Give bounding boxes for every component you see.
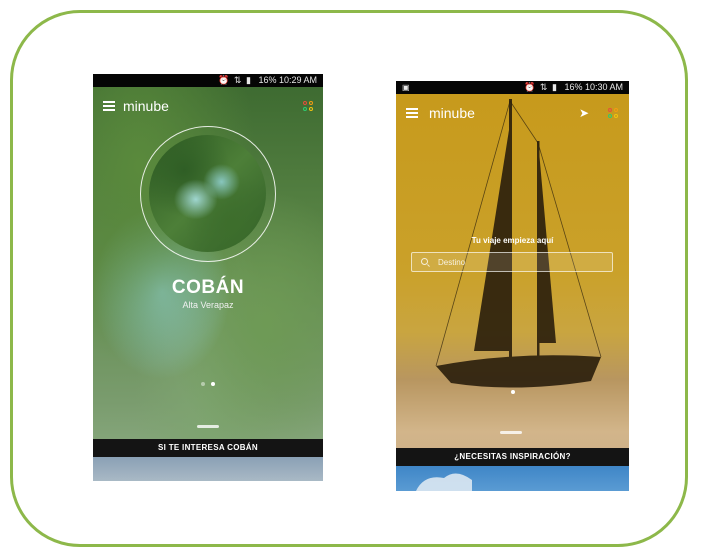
brand-logo: minube bbox=[123, 98, 169, 114]
phone-screen-search: ▣ ⏰ ⇅ ▮ 16% 10:30 AM minube ➤ Tu viaje e… bbox=[396, 81, 629, 491]
colored-dots-icon[interactable] bbox=[303, 101, 314, 112]
page-dot-active bbox=[211, 382, 216, 386]
page-indicator bbox=[93, 373, 323, 391]
destination-region: Alta Verapaz bbox=[182, 300, 234, 310]
battery-level: 16% bbox=[564, 82, 583, 92]
destination-search[interactable] bbox=[411, 252, 613, 272]
next-card-preview bbox=[396, 466, 629, 491]
page-indicator bbox=[396, 381, 629, 399]
status-bar: ⏰ ⇅ ▮ 16% 10:29 AM bbox=[93, 74, 323, 87]
cta-bar[interactable]: SI TE INTERESA COBÁN bbox=[93, 439, 323, 457]
status-icons: ⏰ ⇅ ▮ bbox=[524, 82, 558, 92]
cta-bar[interactable]: ¿NECESITAS INSPIRACIÓN? bbox=[396, 448, 629, 466]
brand-logo: minube bbox=[429, 105, 475, 121]
hamburger-icon[interactable] bbox=[103, 101, 115, 111]
destination-photo bbox=[149, 135, 266, 252]
tagline: Tu viaje empieza aquí bbox=[471, 236, 554, 245]
drag-handle[interactable] bbox=[197, 425, 219, 428]
drag-handle[interactable] bbox=[500, 431, 522, 434]
cloud-shape bbox=[416, 473, 472, 491]
destination-photo-ring[interactable] bbox=[140, 126, 276, 262]
status-time: 10:29 AM bbox=[278, 75, 317, 85]
sailboat-silhouette bbox=[435, 99, 602, 388]
destination-city: COBÁN bbox=[171, 277, 245, 298]
page-dot bbox=[200, 382, 205, 386]
status-bar: ▣ ⏰ ⇅ ▮ 16% 10:30 AM bbox=[396, 81, 629, 94]
search-input[interactable] bbox=[438, 255, 608, 269]
magnifier-icon bbox=[421, 258, 428, 265]
screenshot-icon: ▣ bbox=[402, 83, 410, 92]
app-toolbar: minube ➤ bbox=[396, 94, 629, 130]
page-dot-active bbox=[510, 390, 515, 394]
colored-dots-icon[interactable] bbox=[608, 108, 619, 119]
next-card-preview bbox=[93, 457, 323, 481]
status-icons: ⏰ ⇅ ▮ bbox=[218, 75, 252, 85]
navigation-arrow-icon[interactable]: ➤ bbox=[579, 106, 589, 120]
phone-screen-coban: ⏰ ⇅ ▮ 16% 10:29 AM minube COBÁN Alta Ver… bbox=[93, 74, 323, 481]
hamburger-icon[interactable] bbox=[406, 108, 418, 118]
status-time: 10:30 AM bbox=[584, 82, 623, 92]
battery-level: 16% bbox=[258, 75, 277, 85]
app-toolbar: minube bbox=[93, 87, 323, 123]
